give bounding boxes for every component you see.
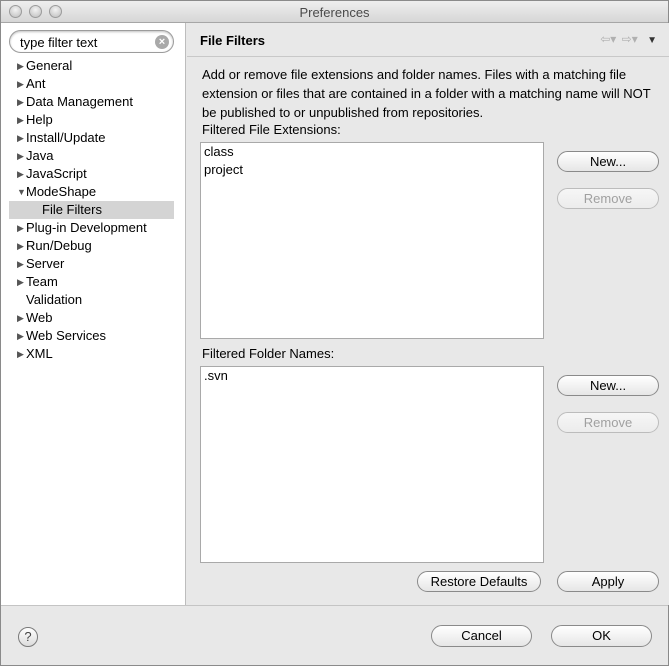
expand-arrow-icon[interactable]: ▶ [17,129,24,147]
expand-arrow-icon[interactable]: ▶ [17,219,24,237]
tree-item-label: Web [26,310,53,325]
help-icon[interactable]: ? [18,627,38,647]
expand-arrow-icon[interactable]: ▶ [17,111,24,129]
list-item[interactable]: project [201,161,543,179]
expand-arrow-icon[interactable]: ▶ [17,237,24,255]
expand-arrow-icon[interactable]: ▶ [17,147,24,165]
window-title: Preferences [299,5,370,20]
tree-item-label: Run/Debug [26,238,92,253]
tree-item-label: Data Management [26,94,133,109]
expand-arrow-icon[interactable]: ▶ [17,327,24,345]
ok-button[interactable]: OK [551,625,652,647]
tree-item-label: JavaScript [26,166,87,181]
tree-item-javascript[interactable]: ▶ JavaScript [1,165,186,183]
title-bar: Preferences [1,1,668,23]
page-title: File Filters [200,33,266,48]
tree-item-label: Server [26,256,65,271]
expand-arrow-icon[interactable]: ▶ [17,93,24,111]
preference-tree-pane: × ▶ General ▶ Ant ▶ Data Management ▶ He… [1,23,186,605]
new-extension-button[interactable]: New... [557,151,659,172]
expand-arrow-icon[interactable]: ▶ [17,165,24,183]
tree-item-plugin-development[interactable]: ▶ Plug-in Development [1,219,186,237]
expand-arrow-icon[interactable]: ▶ [17,273,24,291]
remove-extension-button[interactable]: Remove [557,188,659,209]
tree-item-label: General [26,58,73,73]
tree-item-web-services[interactable]: ▶ Web Services [1,327,186,345]
expand-arrow-icon[interactable]: ▶ [17,309,24,327]
tree-item-label: Ant [26,76,46,91]
tree-item-validation[interactable]: Validation [1,291,186,309]
tree-item-team[interactable]: ▶ Team [1,273,186,291]
tree-item-install-update[interactable]: ▶ Install/Update [1,129,186,147]
restore-defaults-button[interactable]: Restore Defaults [417,571,541,592]
page-description: Add or remove file extensions and folder… [202,67,651,120]
tree-item-label: Web Services [26,328,106,343]
tree-item-label: Plug-in Development [26,220,147,235]
expand-arrow-icon[interactable]: ▶ [17,75,24,93]
clear-icon[interactable]: × [155,35,169,49]
tree-item-java[interactable]: ▶ Java [1,147,186,165]
preferences-window: Preferences × ▶ General ▶ Ant ▶ Data Man… [0,0,669,666]
tree-item-run-debug[interactable]: ▶ Run/Debug [1,237,186,255]
tree-item-file-filters[interactable]: File Filters [9,201,174,219]
view-menu-icon[interactable]: ▼ [647,35,657,46]
folders-label: Filtered Folder Names: [202,346,335,361]
tree-item-label: Install/Update [26,130,106,145]
new-folder-button[interactable]: New... [557,375,659,396]
tree-item-label: Help [26,112,53,127]
tree-item-help[interactable]: ▶ Help [1,111,186,129]
tree-item-general[interactable]: ▶ General [1,57,186,75]
tree-item-label: File Filters [42,202,102,217]
folders-list[interactable]: .svn [200,366,544,563]
filter-input[interactable] [20,34,150,50]
list-item[interactable]: .svn [201,367,543,385]
expand-arrow-icon[interactable]: ▶ [17,345,24,363]
collapse-arrow-icon[interactable]: ▼ [17,183,26,201]
page-header: File Filters ⇦▾ ⇨▾ ▼ [187,23,669,57]
extensions-list[interactable]: class project [200,142,544,339]
tree-item-web[interactable]: ▶ Web [1,309,186,327]
preference-page: File Filters ⇦▾ ⇨▾ ▼ Add or remove file … [187,23,669,605]
preference-tree: ▶ General ▶ Ant ▶ Data Management ▶ Help… [1,57,186,363]
cancel-button[interactable]: Cancel [431,625,532,647]
expand-arrow-icon[interactable]: ▶ [17,255,24,273]
expand-arrow-icon[interactable]: ▶ [17,57,24,75]
history-nav: ⇦▾ ⇨▾ ▼ [598,32,657,46]
tree-item-xml[interactable]: ▶ XML [1,345,186,363]
tree-item-label: ModeShape [26,184,97,199]
forward-arrow-icon[interactable]: ⇨▾ [622,32,638,46]
tree-item-label: Validation [26,292,83,307]
apply-button[interactable]: Apply [557,571,659,592]
tree-item-data-management[interactable]: ▶ Data Management [1,93,186,111]
tree-item-ant[interactable]: ▶ Ant [1,75,186,93]
tree-item-label: XML [26,346,53,361]
tree-item-label: Java [26,148,54,163]
filter-field[interactable]: × [9,30,174,53]
extensions-label: Filtered File Extensions: [202,122,341,137]
list-item[interactable]: class [201,143,543,161]
tree-item-modeshape[interactable]: ▼ ModeShape [1,183,186,201]
tree-item-label: Team [26,274,58,289]
back-arrow-icon[interactable]: ⇦▾ [600,32,616,46]
remove-folder-button[interactable]: Remove [557,412,659,433]
dialog-button-bar: ? Cancel OK [1,605,668,665]
tree-item-server[interactable]: ▶ Server [1,255,186,273]
